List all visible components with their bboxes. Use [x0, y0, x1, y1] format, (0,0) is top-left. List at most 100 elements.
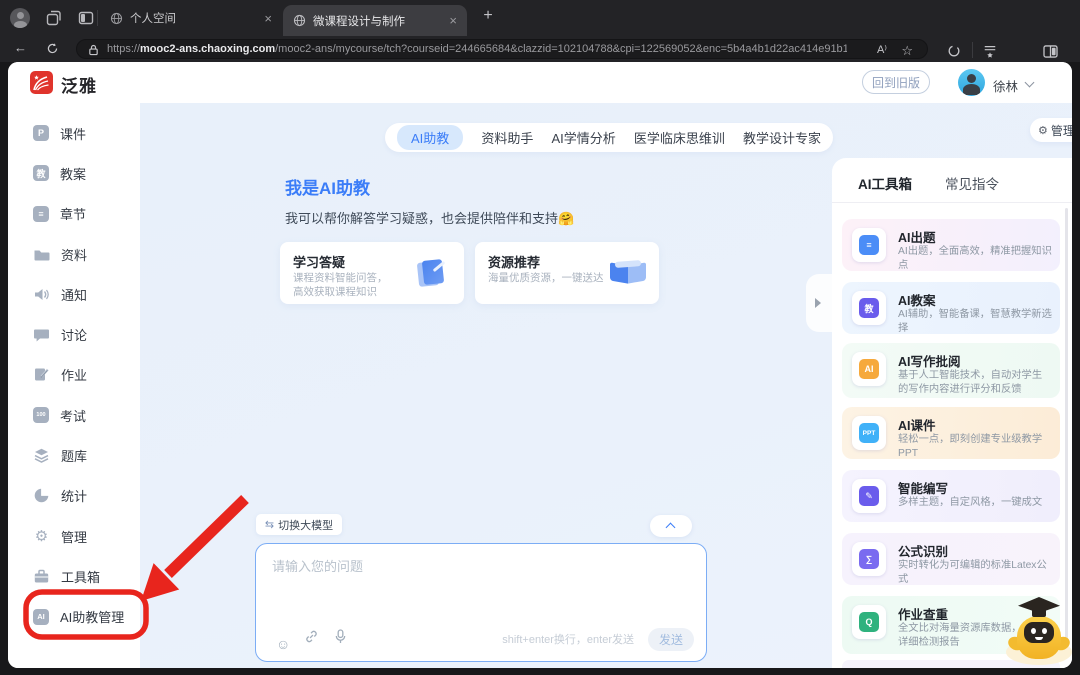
ai-courseware-icon: PPT — [852, 416, 886, 450]
edit-document-icon — [33, 366, 50, 383]
formula-recognition-icon: ∑ — [852, 542, 886, 576]
attachment-link-icon[interactable] — [304, 629, 319, 649]
greeting-title: 我是AI助教 — [285, 174, 370, 199]
course-sidebar: P 课件 教 教案 ≡ 章节 资料 通知 讨论 — [8, 103, 140, 668]
exam-icon: 100 — [33, 407, 49, 423]
tool-card-smart-writing[interactable]: ✎ 智能编写 多样主题，自定风格，一键成文 — [842, 470, 1060, 522]
app-header: 泛雅 回到旧版 徐林 — [8, 62, 1072, 103]
microphone-icon[interactable] — [334, 629, 347, 649]
greeting-subtitle: 我可以帮你解答学习疑惑，也会提供陪伴和支持🤗 — [285, 208, 574, 227]
tab-teaching-design-expert[interactable]: 教学设计专家 — [743, 128, 821, 147]
chat-bubble-icon — [33, 326, 50, 343]
feature-card-qa[interactable]: 学习答疑 课程资料智能问答，高效获取课程知识 — [280, 242, 464, 304]
tab-material-helper[interactable]: 资料助手 — [481, 128, 533, 147]
sidebar-item-exam[interactable]: 100 考试 — [8, 395, 140, 435]
ai-lesson-plan-icon: 教 — [852, 291, 886, 325]
sidebar-item-statistics[interactable]: 统计 — [8, 476, 140, 516]
chevron-up-icon — [666, 523, 676, 533]
plagiarism-check-icon: Q — [852, 605, 886, 639]
browser-profile-icon[interactable] — [10, 8, 30, 28]
smart-writing-icon: ✎ — [852, 479, 886, 513]
gear-icon: ⚙ — [33, 527, 50, 545]
chat-composer: ☺ shift+enter换行，enter发送 发送 — [255, 543, 707, 662]
ai-writing-review-icon: AI — [852, 352, 886, 386]
divider — [97, 10, 98, 26]
favorite-star-icon[interactable]: ☆ — [901, 43, 913, 59]
browser-essentials-icon[interactable] — [944, 41, 964, 61]
tab-clinical-thinking[interactable]: 医学临床思维训 — [634, 128, 725, 147]
layers-icon — [33, 447, 50, 464]
tool-card-ai-lesson-plan[interactable]: 教 AI教案 AI辅助，智能备课，智慧教学新选择 — [842, 282, 1060, 334]
url-bar[interactable]: https://mooc2-ans.chaoxing.com/mooc2-ans… — [76, 39, 928, 59]
tool-card-ai-courseware[interactable]: PPT AI课件 轻松一点，即刻创建专业级教学PPT — [842, 407, 1060, 459]
sidebar-item-chapters[interactable]: ≡ 章节 — [8, 194, 140, 234]
browser-tabstrip: 个人空间 × 微课程设计与制作 × + — [0, 0, 1080, 36]
collapse-button[interactable] — [650, 515, 692, 537]
chevron-down-icon[interactable] — [1025, 78, 1035, 88]
tab-actions-icon[interactable] — [76, 8, 96, 28]
split-screen-icon[interactable] — [1040, 41, 1060, 61]
collections-icon[interactable] — [980, 41, 1000, 61]
sidebar-item-manage[interactable]: ⚙ 管理 — [8, 516, 140, 556]
sidebar-item-toolbox[interactable]: 工具箱 — [8, 556, 140, 596]
open-book-icon — [609, 260, 647, 286]
tool-card-ai-questions[interactable]: ≡ AI出题 AI出题，全面高效，精准把握知识点 — [842, 219, 1060, 271]
sidebar-item-question-bank[interactable]: 题库 — [8, 435, 140, 475]
browser-addressbar: ← https://mooc2-ans.chaoxing.com/mooc2-a… — [0, 36, 1080, 62]
workspaces-icon[interactable] — [44, 8, 64, 28]
url-text: https://mooc2-ans.chaoxing.com/mooc2-ans… — [107, 43, 847, 55]
chevron-right-icon — [815, 298, 821, 308]
send-hint: shift+enter换行，enter发送 — [502, 631, 634, 647]
lock-icon[interactable] — [86, 43, 100, 57]
close-tab-icon[interactable]: × — [449, 13, 457, 28]
tab-ai-assistant[interactable]: AI助教 — [397, 125, 463, 150]
back-to-old-version-button[interactable]: 回到旧版 — [862, 70, 930, 94]
divider — [972, 42, 973, 58]
brand-name: 泛雅 — [61, 72, 97, 97]
globe-favicon — [110, 12, 123, 25]
sidebar-item-notifications[interactable]: 通知 — [8, 274, 140, 314]
pie-chart-icon — [33, 487, 50, 504]
tab-title: 微课程设计与制作 — [313, 13, 442, 29]
read-aloud-icon[interactable]: A⁾ — [877, 43, 887, 56]
ai-questions-icon: ≡ — [852, 228, 886, 262]
panel-tab-common-commands[interactable]: 常见指令 — [945, 173, 999, 193]
feature-card-resources[interactable]: 资源推荐 海量优质资源，一键送达 — [475, 242, 659, 304]
panel-collapse-handle[interactable] — [806, 274, 832, 332]
screen: 个人空间 × 微课程设计与制作 × + ← https://mooc2-ans.… — [0, 0, 1080, 675]
divider — [832, 202, 1072, 203]
sidebar-item-discussion[interactable]: 讨论 — [8, 314, 140, 354]
refresh-icon[interactable] — [44, 40, 60, 56]
fanya-logo-icon — [30, 71, 53, 94]
sidebar-item-homework[interactable]: 作业 — [8, 355, 140, 395]
emoji-icon[interactable]: ☺ — [276, 636, 290, 652]
browser-tab-personal-space[interactable]: 个人空间 × — [100, 0, 282, 36]
tool-card-ai-writing-review[interactable]: AI AI写作批阅 基于人工智能技术，自动对学生的写作内容进行评分和反馈 — [842, 343, 1060, 398]
tab-learning-analysis[interactable]: AI学情分析 — [551, 128, 615, 147]
ai-tools-panel: AI工具箱 常见指令 ≡ AI出题 AI出题，全面高效，精准把握知识点 教 AI… — [832, 158, 1072, 668]
question-input[interactable] — [272, 556, 692, 618]
switch-model-button[interactable]: ⇆ 切换大模型 — [256, 514, 342, 535]
sidebar-item-courseware[interactable]: P 课件 — [8, 113, 140, 153]
tab-title: 个人空间 — [130, 10, 257, 26]
username[interactable]: 徐林 — [993, 76, 1018, 95]
folder-icon — [33, 246, 50, 263]
close-tab-icon[interactable]: × — [264, 11, 272, 26]
assistant-mascot[interactable] — [1005, 600, 1072, 666]
browser-tab-course[interactable]: 微课程设计与制作 × — [283, 5, 467, 36]
sidebar-item-lesson-plan[interactable]: 教 教案 — [8, 153, 140, 193]
sidebar-item-ai-assistant-manage[interactable]: AI AI助教管理 — [8, 597, 140, 637]
tool-card-formula-recognition[interactable]: ∑ 公式识别 实时转化为可编辑的标准Latex公式 — [842, 533, 1060, 585]
send-button[interactable]: 发送 — [648, 628, 694, 651]
notebook-pen-icon — [416, 258, 450, 288]
sidebar-item-materials[interactable]: 资料 — [8, 234, 140, 274]
manage-button[interactable]: ⚙ 管理 — [1030, 118, 1072, 142]
back-icon[interactable]: ← — [14, 40, 27, 55]
user-avatar[interactable] — [958, 69, 985, 96]
chapters-icon: ≡ — [33, 206, 49, 222]
assistant-tabbar: AI助教 资料助手 AI学情分析 医学临床思维训 教学设计专家 — [385, 123, 833, 152]
panel-tab-toolbox[interactable]: AI工具箱 — [858, 173, 912, 193]
new-tab-button[interactable]: + — [478, 7, 498, 25]
panel-scrollbar[interactable] — [1065, 208, 1068, 656]
app-window: 泛雅 回到旧版 徐林 P 课件 教 教案 ≡ 章节 资料 — [8, 62, 1072, 668]
